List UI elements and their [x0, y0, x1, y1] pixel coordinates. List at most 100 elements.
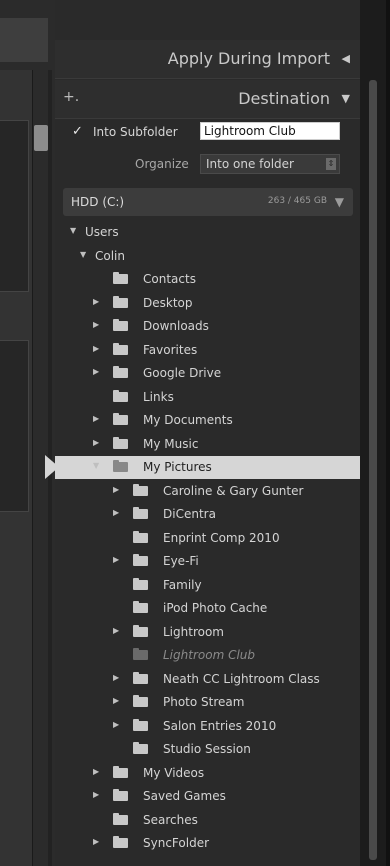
folder-label: My Music	[143, 436, 199, 451]
folder-icon	[113, 272, 128, 284]
folder-label: Downloads	[143, 319, 209, 333]
folder-label: Desktop	[143, 295, 193, 310]
folder-row[interactable]: ▶ My Documents	[55, 409, 360, 432]
disclosure-expanded-icon[interactable]: ▼	[93, 461, 99, 470]
window-edge	[386, 0, 390, 866]
folder-row[interactable]: iPod Photo Cache	[55, 597, 360, 620]
folder-row[interactable]: ▶ My Music	[55, 433, 360, 456]
folder-row[interactable]: ▶ Lightroom	[55, 621, 360, 644]
collapse-left-arrow-icon[interactable]: ◀	[342, 52, 350, 65]
folder-label: Neath CC Lightroom Class	[163, 671, 320, 686]
disclosure-collapsed-icon[interactable]: ▶	[113, 555, 119, 564]
folder-row[interactable]: ▶ Photo Stream	[55, 691, 360, 714]
folder-row[interactable]: Contacts	[55, 268, 360, 291]
drive-header[interactable]: HDD (C:) 263 / 465 GB ▼	[63, 188, 353, 216]
folder-label: SyncFolder	[143, 836, 210, 850]
disclosure-collapsed-icon[interactable]: ▶	[93, 790, 99, 799]
folder-label: Contacts	[143, 272, 196, 286]
folder-row[interactable]: ▶ DiCentra	[55, 503, 360, 526]
disclosure-collapsed-icon[interactable]: ▶	[113, 720, 119, 729]
folder-row[interactable]: ▶ Salon Entries 2010	[55, 715, 360, 738]
folder-label: Salon Entries 2010	[163, 718, 277, 733]
disclosure-collapsed-icon[interactable]: ▶	[93, 414, 99, 423]
folder-row[interactable]: ▼ My Pictures	[45, 455, 360, 479]
expand-down-arrow-icon[interactable]: ▼	[342, 92, 350, 105]
folder-icon	[133, 742, 148, 754]
folder-row[interactable]: Enprint Comp 2010	[55, 527, 360, 550]
drive-collapse-icon[interactable]: ▼	[335, 195, 344, 209]
spinner-arrows-icon[interactable]: ⇕	[326, 158, 336, 170]
folder-icon	[133, 530, 148, 543]
folder-label: Colin	[95, 248, 125, 263]
folder-row[interactable]: Searches	[55, 809, 360, 832]
folder-row[interactable]: ▶ My Videos	[55, 762, 360, 785]
disclosure-expanded-icon[interactable]: ▼	[70, 226, 76, 235]
left-scroll-thumb[interactable]	[34, 125, 48, 151]
subfolder-label: Into Subfolder	[93, 125, 178, 139]
disclosure-collapsed-icon[interactable]: ▶	[113, 485, 119, 494]
folder-icon	[133, 695, 148, 707]
folder-row[interactable]: ▼ Colin	[55, 245, 360, 268]
folder-label: Favorites	[143, 342, 198, 357]
into-subfolder-row: ✓ Into Subfolder	[55, 122, 360, 144]
folder-row[interactable]: Lightroom Club	[55, 644, 360, 667]
folder-row[interactable]: ▶ SyncFolder	[55, 832, 360, 855]
folder-row[interactable]: ▶ Downloads	[55, 315, 360, 338]
folder-icon	[113, 789, 128, 801]
disclosure-collapsed-icon[interactable]: ▶	[113, 673, 119, 682]
left-thumbnail-frame	[0, 340, 29, 512]
add-folder-plus-icon[interactable]: +.	[63, 89, 79, 105]
folder-icon	[133, 577, 148, 590]
destination-header[interactable]: +. Destination ▼	[55, 80, 360, 119]
subfolder-name-input[interactable]	[200, 122, 340, 140]
folder-row[interactable]: ▶ Favorites	[55, 339, 360, 362]
folder-label: iPod Photo Cache	[163, 601, 268, 615]
apply-during-import-title: Apply During Import	[167, 49, 330, 68]
disclosure-collapsed-icon[interactable]: ▶	[93, 367, 99, 376]
folder-label: Lightroom Club	[163, 648, 256, 662]
folder-icon	[113, 812, 128, 825]
disclosure-expanded-icon[interactable]: ▼	[80, 250, 86, 259]
folder-label: My Pictures	[143, 460, 212, 474]
folder-row[interactable]: Links	[55, 386, 360, 409]
panel-scroll-thumb[interactable]	[369, 80, 377, 860]
left-thumbnail-frame	[0, 120, 29, 292]
disclosure-collapsed-icon[interactable]: ▶	[93, 344, 99, 353]
disclosure-collapsed-icon[interactable]: ▶	[113, 696, 119, 705]
folder-label: Enprint Comp 2010	[163, 530, 280, 545]
folder-icon	[113, 436, 128, 449]
folder-label: Lightroom	[163, 624, 224, 639]
disclosure-collapsed-icon[interactable]: ▶	[93, 767, 99, 776]
folder-label: Google Drive	[143, 366, 222, 380]
folder-label: Photo Stream	[163, 695, 245, 709]
apply-during-import-header[interactable]: Apply During Import ◀	[55, 40, 360, 79]
folder-row[interactable]: ▶ Google Drive	[55, 362, 360, 385]
folder-row[interactable]: Family	[55, 574, 360, 597]
organize-select[interactable]: Into one folder ⇕	[200, 154, 340, 174]
folder-row[interactable]: ▶ Caroline & Gary Gunter	[55, 480, 360, 503]
folder-row[interactable]: ▶ Eye-Fi	[55, 550, 360, 573]
folder-icon	[133, 483, 148, 496]
folder-icon	[113, 295, 128, 308]
folder-label: Users	[85, 225, 119, 239]
disclosure-collapsed-icon[interactable]: ▶	[93, 837, 99, 846]
disclosure-collapsed-icon[interactable]: ▶	[93, 297, 99, 306]
disclosure-collapsed-icon[interactable]: ▶	[113, 508, 119, 517]
folder-row[interactable]: ▶ Neath CC Lightroom Class	[55, 668, 360, 691]
folder-row[interactable]: Studio Session	[55, 738, 360, 761]
folder-icon	[113, 366, 128, 378]
folder-row[interactable]: ▶ Saved Games	[55, 785, 360, 808]
selection-pointer-icon	[45, 455, 59, 479]
disclosure-collapsed-icon[interactable]: ▶	[93, 320, 99, 329]
disclosure-collapsed-icon[interactable]: ▶	[93, 438, 99, 447]
folder-icon	[113, 460, 128, 472]
disclosure-collapsed-icon[interactable]: ▶	[113, 626, 119, 635]
folder-icon	[113, 765, 128, 778]
folder-label: DiCentra	[163, 507, 216, 521]
subfolder-checkbox[interactable]: ✓	[72, 124, 83, 139]
folder-row[interactable]: ▶ Desktop	[55, 292, 360, 315]
folder-icon	[113, 836, 128, 848]
folder-label: Eye-Fi	[163, 554, 199, 568]
organize-row: Organize Into one folder ⇕	[55, 154, 360, 176]
folder-row[interactable]: ▼ Users	[55, 221, 360, 244]
